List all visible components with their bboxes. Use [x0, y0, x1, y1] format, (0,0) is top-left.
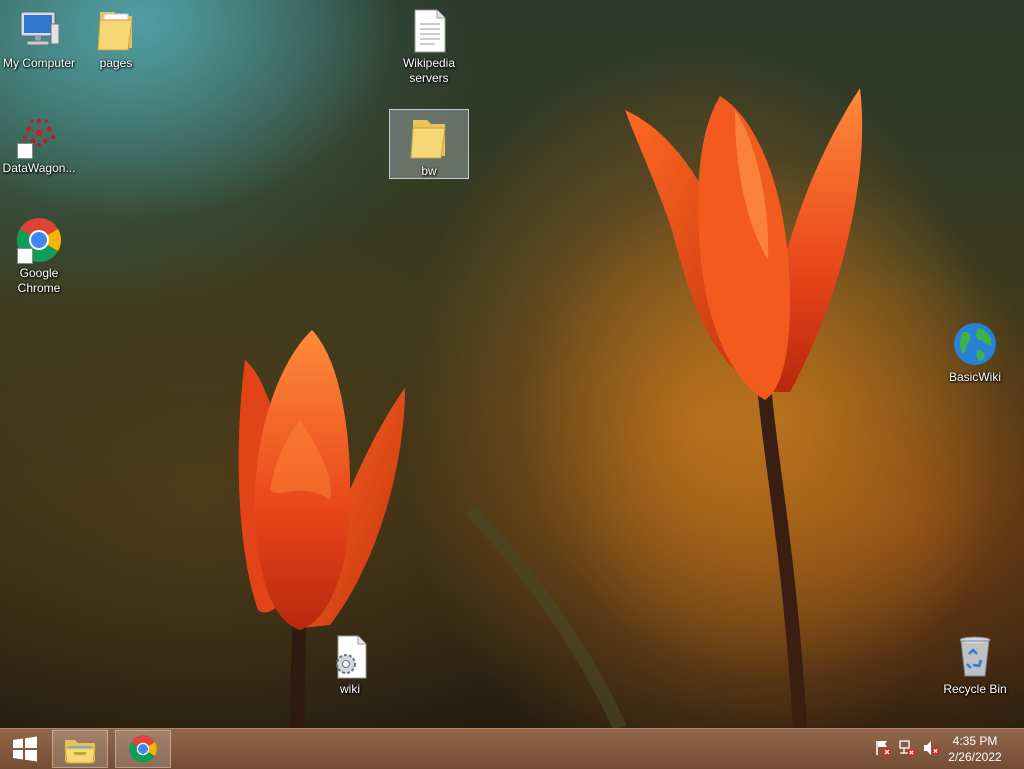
desktop[interactable]: My Computer pages Wikipedia servers Data… [0, 0, 1024, 728]
globe-icon [951, 320, 999, 368]
text-document-icon [405, 6, 453, 54]
recycle-bin-icon [951, 632, 999, 680]
desktop-icon-label: wiki [340, 682, 360, 696]
speaker-muted-icon[interactable] [922, 739, 940, 757]
desktop-icon-datawagon[interactable]: DataWagon... [0, 107, 78, 176]
file-explorer-icon [64, 740, 96, 764]
desktop-icon-label: Google Chrome [17, 266, 61, 295]
taskbar-clock[interactable]: 4:35 PM 2/26/2022 [940, 733, 1010, 765]
wallpaper-tulips [238, 88, 1024, 728]
left-tulip [238, 330, 405, 630]
desktop-icon-pages[interactable]: pages [77, 2, 155, 71]
desktop-icon-bw[interactable]: bw [389, 109, 469, 179]
desktop-icon-label: My Computer [2, 56, 76, 70]
taskbar-file-explorer-button[interactable] [52, 730, 108, 768]
desktop-icon-label: BasicWiki [948, 370, 1001, 384]
action-center-flag-icon[interactable] [874, 739, 892, 757]
network-icon[interactable] [898, 739, 916, 757]
desktop-icon-label: Recycle Bin [943, 682, 1007, 696]
folder-icon [405, 114, 453, 162]
desktop-icon-label: bw [421, 164, 437, 178]
desktop-icon-basicwiki[interactable]: BasicWiki [936, 316, 1014, 385]
clock-time: 4:35 PM [952, 734, 998, 748]
datawagon-icon [15, 111, 63, 159]
desktop-icon-recycle-bin[interactable]: Recycle Bin [936, 628, 1014, 697]
shortcut-arrow-icon [17, 248, 33, 264]
desktop-icon-wikipedia-servers[interactable]: Wikipedia servers [390, 2, 468, 86]
desktop-icon-label: pages [99, 56, 133, 70]
computer-icon [15, 6, 63, 54]
taskbar: 4:35 PM 2/26/2022 [0, 728, 1024, 769]
desktop-icon-label: Wikipedia servers [402, 56, 456, 85]
settings-file-icon [326, 632, 374, 680]
shortcut-arrow-icon [17, 143, 33, 159]
windows-logo-icon [13, 736, 37, 762]
folder-icon [92, 6, 140, 54]
desktop-icon-label: DataWagon... [2, 161, 76, 175]
chrome-icon [129, 735, 157, 763]
desktop-icon-google-chrome[interactable]: Google Chrome [0, 212, 78, 296]
desktop-icon-my-computer[interactable]: My Computer [0, 2, 78, 71]
taskbar-chrome-button[interactable] [115, 730, 171, 768]
clock-date: 2/26/2022 [948, 750, 1002, 764]
desktop-icon-wiki[interactable]: wiki [311, 628, 389, 697]
chrome-icon [15, 216, 63, 264]
start-button[interactable] [0, 730, 50, 768]
